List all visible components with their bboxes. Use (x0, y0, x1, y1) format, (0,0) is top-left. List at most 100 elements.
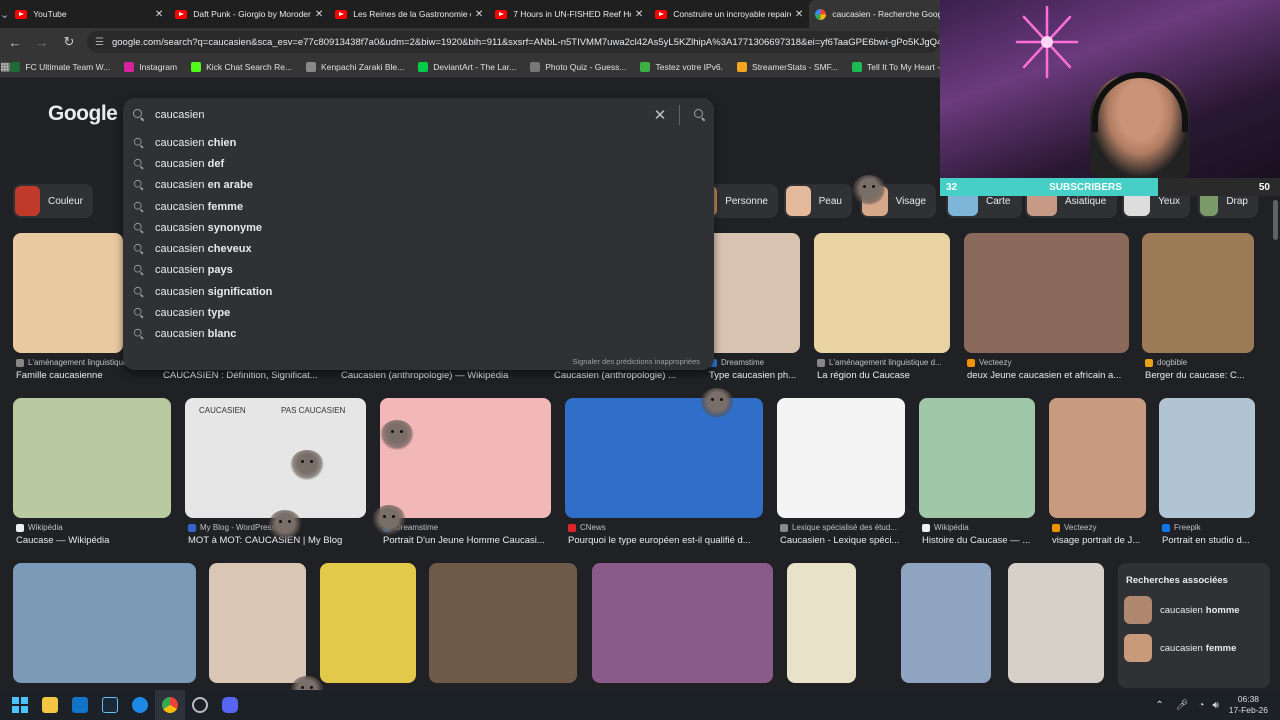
bookmark-item[interactable]: DeviantArt - The Lar... (418, 61, 516, 72)
result-image[interactable] (13, 398, 171, 518)
tray-expand-icon[interactable]: ⌃ (1155, 700, 1163, 711)
result-image[interactable] (565, 398, 763, 518)
result-image[interactable] (814, 233, 950, 353)
result-image[interactable] (1049, 398, 1146, 518)
close-tab-icon[interactable]: ✕ (155, 9, 163, 20)
suggestion-item[interactable]: caucasien synonyme (123, 217, 714, 238)
result-image[interactable] (209, 563, 306, 683)
result-caption[interactable]: visage portrait de J... (1052, 535, 1173, 546)
result-image[interactable] (380, 398, 551, 518)
result-image[interactable] (777, 398, 905, 518)
bookmark-item[interactable]: Kenpachi Zaraki Ble... (306, 61, 404, 72)
bookmark-item[interactable]: StreamerStats - SMF... (737, 61, 838, 72)
back-button[interactable]: ← (3, 30, 27, 54)
result-image[interactable] (13, 563, 196, 683)
result-source[interactable]: dogbible (1145, 358, 1277, 367)
suggestion-item[interactable]: caucasien type (123, 302, 714, 323)
forward-button[interactable]: → (30, 30, 54, 54)
result-image[interactable] (429, 563, 577, 683)
clock[interactable]: 06:38 17-Feb-26 (1229, 694, 1268, 716)
suggestion-item[interactable]: caucasien en arabe (123, 175, 714, 196)
bookmark-item[interactable]: Photo Quiz - Guess... (530, 61, 626, 72)
close-tab-icon[interactable]: ✕ (315, 9, 323, 20)
result-image[interactable] (1159, 398, 1255, 518)
bookmark-item[interactable]: Instagram (124, 61, 177, 72)
result-source[interactable]: Lexique spécialisé des étud... (780, 523, 928, 532)
bookmark-item[interactable]: FC Ultimate Team W... (10, 61, 110, 72)
microphone-icon[interactable]: 🎤︎ (1176, 700, 1189, 711)
report-predictions-link[interactable]: Signaler des prédictions inappropriées (572, 357, 700, 366)
steam-button[interactable] (95, 690, 125, 720)
bookmark-item[interactable]: Kick Chat Search Re... (191, 61, 292, 72)
clear-search-button[interactable]: ✕ (647, 106, 673, 124)
suggestion-item[interactable]: caucasien cheveux (123, 238, 714, 259)
result-caption[interactable]: Famille caucasienne (16, 370, 150, 381)
result-image[interactable] (919, 398, 1035, 518)
filter-chip[interactable]: Peau (784, 184, 852, 218)
result-caption[interactable]: Caucase — Wikipédia (16, 535, 198, 546)
tab-search-button[interactable]: ⌄ (0, 0, 9, 28)
bookmark-item[interactable]: Tell It To My Heart -... (852, 61, 947, 72)
discord-button[interactable] (215, 690, 245, 720)
tab-0[interactable]: YouTube ✕ (9, 0, 169, 28)
tab-1[interactable]: Daft Punk - Giorgio by Moroder ✕ (169, 0, 329, 28)
result-image[interactable] (964, 233, 1129, 353)
close-tab-icon[interactable]: ✕ (475, 9, 483, 20)
result-caption[interactable]: La région du Caucase (817, 370, 977, 381)
search-input[interactable] (155, 109, 647, 121)
chrome-button[interactable] (155, 690, 185, 720)
scrollbar-track[interactable] (1271, 196, 1280, 690)
result-image[interactable] (706, 233, 800, 353)
suggestion-item[interactable]: caucasien def (123, 153, 714, 174)
scrollbar-thumb[interactable] (1273, 200, 1278, 240)
related-search-item[interactable]: caucasien femme (1124, 634, 1270, 662)
result-image[interactable] (320, 563, 416, 683)
google-logo[interactable]: Google (48, 102, 118, 126)
result-caption[interactable]: Histoire du Caucase — ... (922, 535, 1062, 546)
result-caption[interactable]: Caucasien (anthropologie) — Wikipédia (341, 370, 545, 381)
wifi-icon[interactable]: ◔ (1198, 700, 1204, 711)
suggestion-item[interactable]: caucasien chien (123, 132, 714, 153)
tab-2[interactable]: Les Reines de la Gastronomie d ✕ (329, 0, 489, 28)
result-caption[interactable]: CAUCASIEN : Définition, Significat... (163, 370, 347, 381)
result-source[interactable]: Wikipédia (16, 523, 194, 532)
result-image[interactable] (1008, 563, 1104, 683)
result-caption[interactable]: Pourquoi le type européen est-il qualifi… (568, 535, 790, 546)
result-caption[interactable]: Portrait D'un Jeune Homme Caucasi... (383, 535, 578, 546)
result-source[interactable]: Vecteezy (967, 358, 1152, 367)
search-submit-button[interactable] (686, 109, 714, 121)
result-caption[interactable]: Caucasien - Lexique spéci... (780, 535, 932, 546)
result-caption[interactable]: Portrait en studio d... (1162, 535, 1280, 546)
result-source[interactable]: Dreamstime (709, 358, 823, 367)
related-search-item[interactable]: caucasien homme (1124, 596, 1270, 624)
result-source[interactable]: Vecteezy (1052, 523, 1169, 532)
result-source[interactable]: CNews (568, 523, 786, 532)
result-caption[interactable]: Caucasien (anthropologie) ... (554, 370, 718, 381)
result-image[interactable] (901, 563, 991, 683)
result-source[interactable]: L'aménagement linguistique d... (817, 358, 973, 367)
result-caption[interactable]: MOT à MOT: CAUCASIEN | My Blog (188, 535, 393, 546)
tab-4[interactable]: Construire un incroyable repaire ✕ (649, 0, 809, 28)
filter-chip[interactable]: Couleur (13, 184, 93, 218)
result-caption[interactable]: Type caucasien ph... (709, 370, 827, 381)
result-caption[interactable]: Berger du caucase: C... (1145, 370, 1280, 381)
apps-grid-icon[interactable]: ▦ (0, 60, 10, 73)
close-tab-icon[interactable]: ✕ (795, 9, 803, 20)
start-button[interactable] (5, 690, 35, 720)
result-image[interactable]: CAUCASIEN PAS CAUCASIEN (185, 398, 366, 518)
app-button-2[interactable] (185, 690, 215, 720)
file-explorer-button[interactable] (35, 690, 65, 720)
result-source[interactable]: My Blog - WordPress (188, 523, 389, 532)
result-image[interactable] (1142, 233, 1254, 353)
result-image[interactable] (13, 233, 123, 353)
suggestion-item[interactable]: caucasien blanc (123, 324, 714, 345)
tab-3[interactable]: 7 Hours in UN-FISHED Reef Ho ✕ (489, 0, 649, 28)
site-info-icon[interactable]: ☰ (95, 37, 104, 48)
bookmark-item[interactable]: Testez votre IPv6. (640, 61, 723, 72)
close-tab-icon[interactable]: ✕ (635, 9, 643, 20)
outlook-button[interactable] (65, 690, 95, 720)
result-image[interactable] (592, 563, 773, 683)
suggestion-item[interactable]: caucasien signification (123, 281, 714, 302)
suggestion-item[interactable]: caucasien pays (123, 260, 714, 281)
result-caption[interactable]: deux Jeune caucasien et africain a... (967, 370, 1156, 381)
